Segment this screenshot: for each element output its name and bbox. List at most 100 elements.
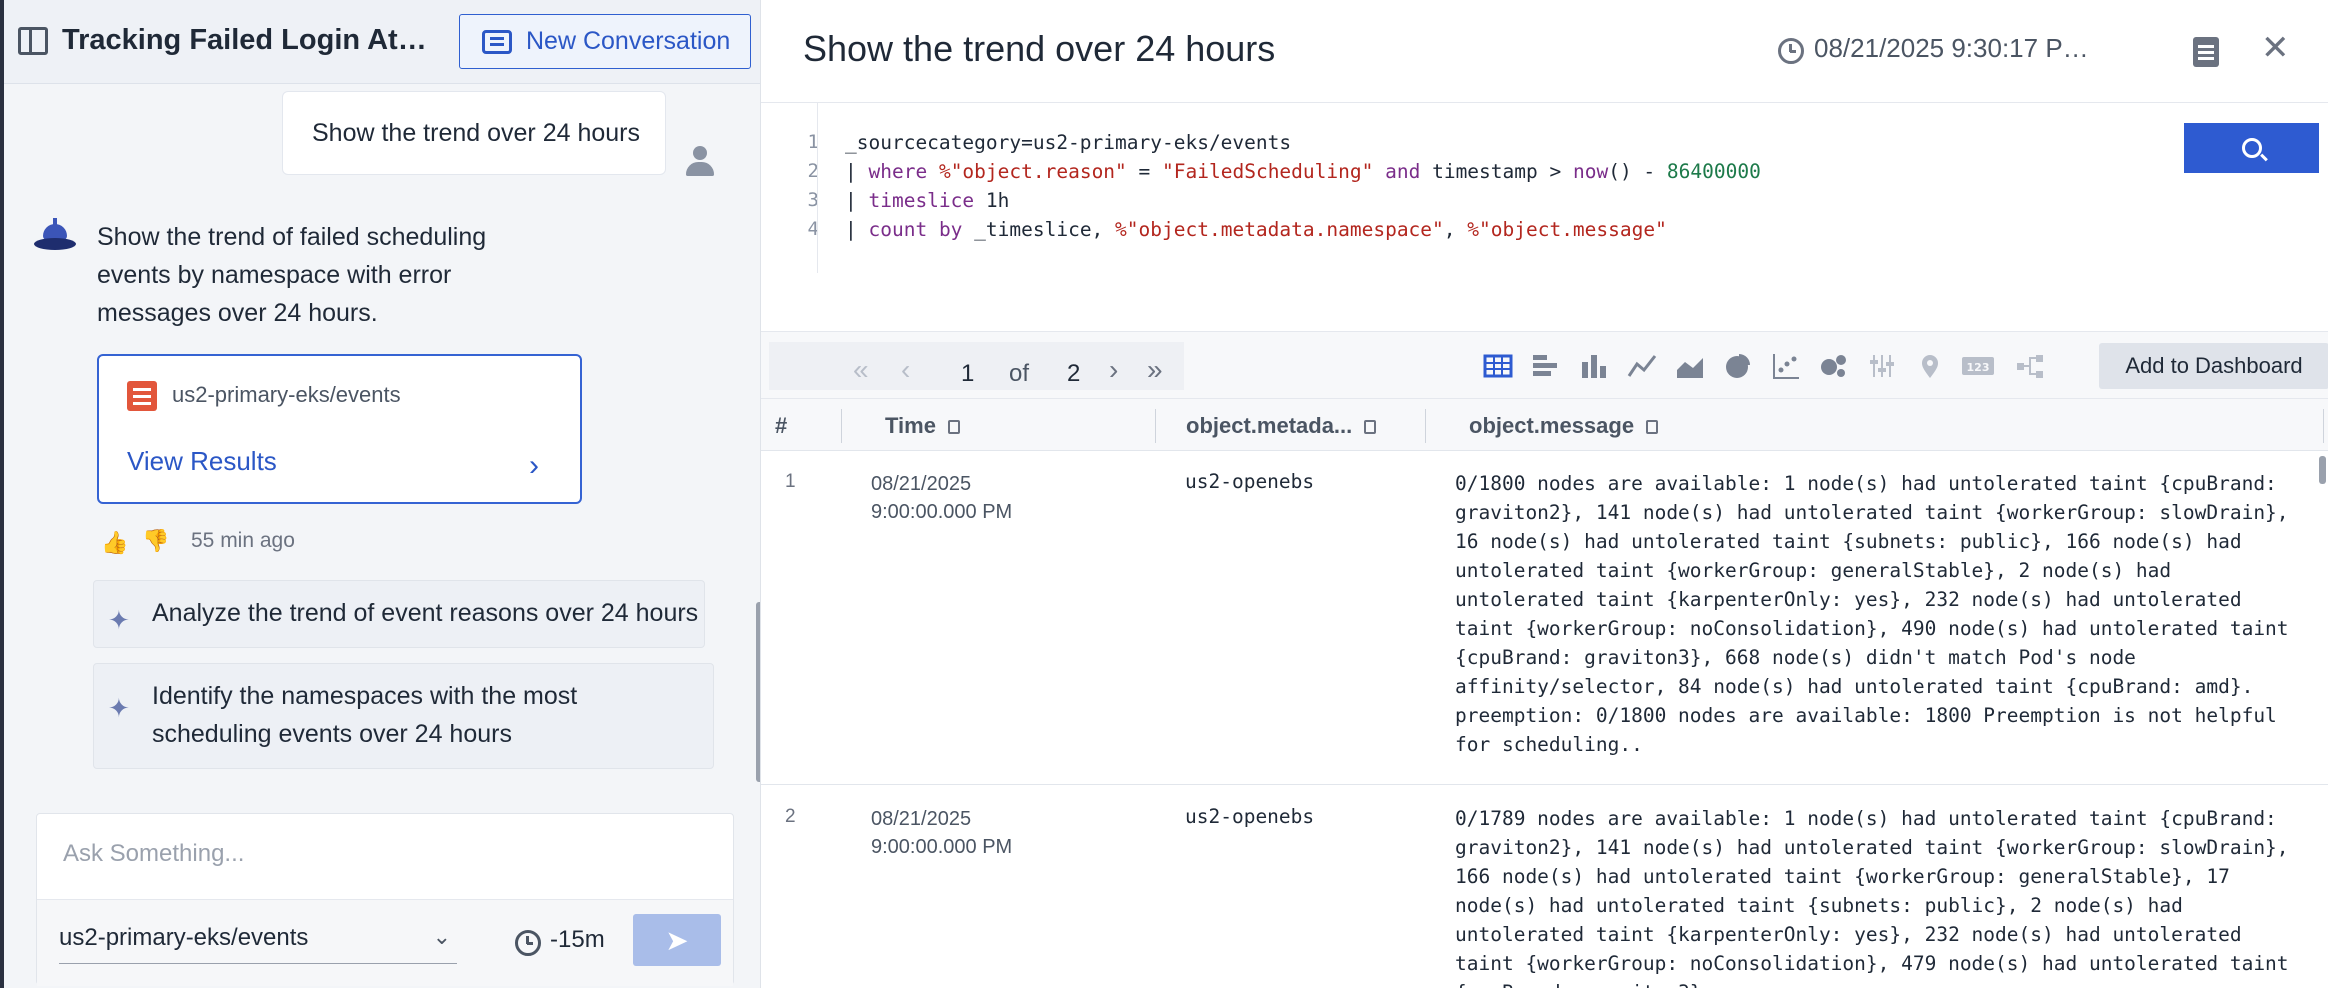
- results-toolbar: « ‹ 1 of 2 › » 123 Add to Dashboard: [761, 331, 2328, 399]
- time-range-value[interactable]: -15m: [550, 926, 605, 954]
- row-namespace: us2-openebs: [1185, 470, 1315, 493]
- source-select[interactable]: us2-primary-eks/events ⌄: [59, 924, 457, 964]
- chevron-right-icon[interactable]: ›: [529, 451, 539, 481]
- table-view-icon[interactable]: [1483, 352, 1513, 380]
- table-row[interactable]: 1 08/21/2025 9:00:00.000 PM us2-openebs …: [761, 451, 2328, 785]
- notes-icon[interactable]: [2193, 37, 2219, 67]
- column-divider: [2323, 409, 2324, 443]
- column-header-namespace[interactable]: object.metada...: [1186, 413, 1377, 439]
- suggestion-item[interactable]: ✦ Identify the namespaces with the most …: [93, 663, 714, 769]
- column-chart-icon[interactable]: [1579, 352, 1609, 380]
- clock-icon: [1778, 38, 1804, 64]
- row-date: 08/21/2025: [871, 808, 972, 830]
- query-line: | count by _timeslice, %"object.metadata…: [845, 218, 1667, 241]
- user-avatar-icon: [684, 146, 716, 178]
- assistant-message: Show the trend of failed scheduling even…: [97, 223, 487, 327]
- chevron-down-icon: ⌄: [432, 924, 451, 949]
- view-results-link[interactable]: View Results: [127, 446, 277, 477]
- row-index: 1: [785, 471, 796, 492]
- send-button[interactable]: ➤: [633, 914, 721, 966]
- results-title: Show the trend over 24 hours: [803, 28, 1276, 69]
- column-header-index: #: [775, 413, 788, 438]
- total-pages: 2: [1067, 360, 1081, 387]
- table-row[interactable]: 2 08/21/2025 9:00:00.000 PM us2-openebs …: [761, 786, 2328, 988]
- row-message: 0/1800 nodes are available: 1 node(s) ha…: [1455, 472, 2301, 756]
- current-page[interactable]: 1: [961, 360, 974, 388]
- suggestion-label: Analyze the trend of event reasons over …: [152, 599, 699, 627]
- ask-input[interactable]: Ask Something...: [63, 840, 244, 868]
- scatter-chart-icon[interactable]: [1771, 352, 1801, 380]
- table-header: # Time object.metada... object.message: [761, 399, 2328, 451]
- chat-header: Tracking Failed Login Atte... New Conver…: [4, 0, 760, 84]
- conversation-title: Tracking Failed Login Atte...: [62, 24, 432, 56]
- single-value-icon[interactable]: 123: [1961, 352, 1995, 380]
- results-scrollbar[interactable]: [2319, 456, 2326, 484]
- card-source: us2-primary-eks/events: [172, 382, 401, 407]
- search-icon: [2241, 138, 2262, 158]
- column-header-time[interactable]: Time: [885, 413, 960, 439]
- gutter-divider: [817, 103, 818, 273]
- new-conversation-label: New Conversation: [526, 27, 731, 55]
- sparkle-icon: ✦: [108, 605, 130, 635]
- column-header-label: object.metada...: [1186, 413, 1353, 438]
- close-icon[interactable]: ✕: [2261, 28, 2290, 68]
- sparkle-icon: ✦: [108, 693, 130, 723]
- line-number: 1: [807, 131, 819, 153]
- column-divider[interactable]: [1425, 409, 1426, 443]
- row-time: 08/21/2025 9:00:00.000 PM: [871, 805, 1012, 861]
- copy-icon[interactable]: [1364, 420, 1377, 435]
- thumbs-up-icon[interactable]: 👍: [101, 530, 128, 556]
- results-panel: Show the trend over 24 hours 08/21/2025 …: [760, 0, 2328, 988]
- area-chart-icon[interactable]: [1675, 352, 1705, 380]
- bar-horizontal-icon[interactable]: [1531, 352, 1561, 380]
- results-time-range[interactable]: 08/21/2025 9:30:17 PM to 0...: [1814, 33, 2104, 64]
- sidebar-toggle-icon[interactable]: [18, 27, 48, 55]
- chat-panel: Tracking Failed Login Atte... New Conver…: [0, 0, 763, 988]
- line-number: 3: [807, 189, 819, 211]
- column-header-label: object.message: [1469, 413, 1635, 438]
- prev-page-icon[interactable]: ‹: [901, 356, 910, 384]
- row-time: 08/21/2025 9:00:00.000 PM: [871, 470, 1012, 526]
- query-line: | timeslice 1h: [845, 189, 1010, 212]
- next-page-icon[interactable]: ›: [1109, 356, 1118, 384]
- map-pin-icon[interactable]: [1915, 352, 1945, 380]
- assistant-icon: [34, 218, 76, 254]
- copy-icon[interactable]: [1646, 420, 1659, 435]
- message-composer: Ask Something... us2-primary-eks/events …: [36, 813, 734, 986]
- new-conversation-button[interactable]: New Conversation: [459, 14, 751, 69]
- run-search-button[interactable]: [2184, 123, 2319, 173]
- column-header-label: Time: [885, 413, 936, 438]
- pager-of-label: of: [1009, 360, 1030, 387]
- query-line: _sourcecategory=us2-primary-eks/events: [845, 131, 1292, 154]
- column-header-message[interactable]: object.message: [1469, 413, 1659, 439]
- filters-icon[interactable]: [1867, 352, 1897, 380]
- source-select-value: us2-primary-eks/events: [59, 924, 309, 951]
- first-page-icon[interactable]: «: [853, 356, 869, 384]
- line-numbers: 1 2 3 4: [761, 128, 819, 244]
- column-divider[interactable]: [1155, 409, 1156, 443]
- row-clock: 9:00:00.000 PM: [871, 501, 1013, 523]
- row-message: 0/1789 nodes are available: 1 node(s) ha…: [1455, 807, 2289, 988]
- thumbs-down-icon[interactable]: 👎: [142, 528, 169, 554]
- bubble-chart-icon[interactable]: [1819, 352, 1849, 380]
- app-root: Tracking Failed Login Atte... New Conver…: [0, 0, 2328, 988]
- suggestion-item[interactable]: ✦ Analyze the trend of event reasons ove…: [93, 580, 705, 648]
- flow-diagram-icon[interactable]: [2015, 352, 2045, 380]
- query-code[interactable]: _sourcecategory=us2-primary-eks/events | …: [845, 128, 1761, 244]
- clock-icon[interactable]: [515, 930, 541, 956]
- row-clock: 9:00:00.000 PM: [871, 836, 1013, 858]
- add-to-dashboard-button[interactable]: Add to Dashboard: [2099, 343, 2328, 389]
- pager: « ‹ 1 of 2 › »: [769, 342, 1184, 390]
- line-chart-icon[interactable]: [1627, 352, 1657, 380]
- query-result-card[interactable]: us2-primary-eks/events View Results ›: [97, 354, 582, 504]
- row-date: 08/21/2025: [871, 473, 972, 495]
- row-index: 2: [785, 806, 796, 827]
- copy-icon[interactable]: [947, 420, 960, 435]
- send-icon: ➤: [665, 924, 689, 956]
- user-message: Show the trend over 24 hours: [282, 91, 666, 175]
- pie-chart-icon[interactable]: [1723, 352, 1753, 380]
- query-editor[interactable]: 1 2 3 4 _sourcecategory=us2-primary-eks/…: [761, 103, 2328, 331]
- suggestion-label: Identify the namespaces with the most sc…: [152, 682, 578, 748]
- last-page-icon[interactable]: »: [1147, 356, 1163, 384]
- chat-icon: [482, 29, 512, 54]
